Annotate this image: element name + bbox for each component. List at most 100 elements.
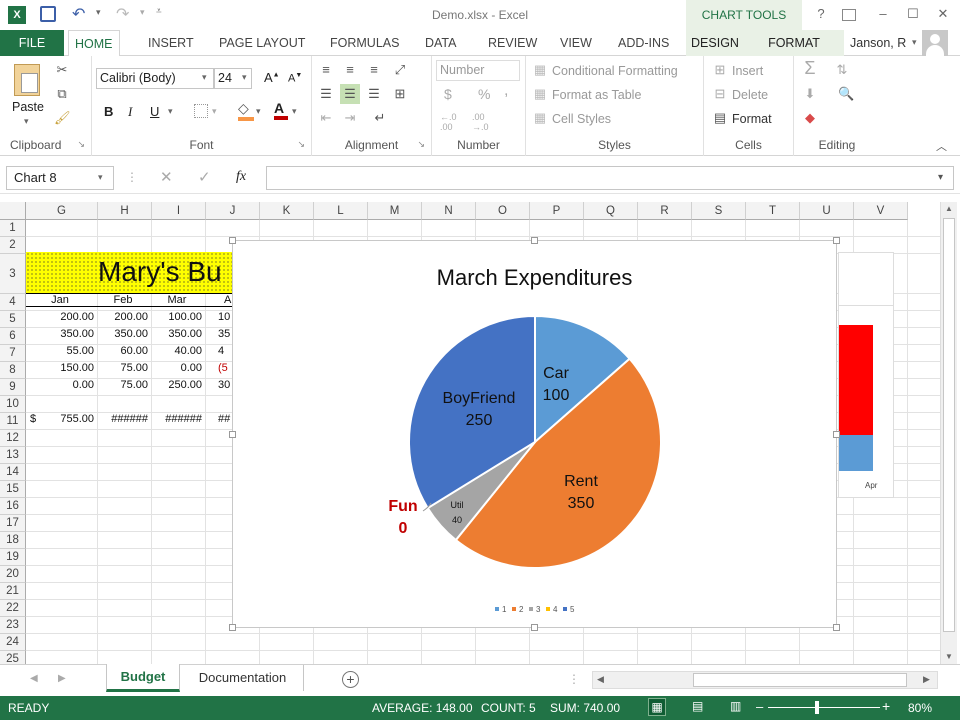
horizontal-scrollbar[interactable]: ◀ ▶ [592, 671, 938, 689]
column-header[interactable]: V [854, 202, 908, 220]
month-header[interactable]: Feb [98, 294, 152, 307]
row-header[interactable]: 16 [0, 498, 26, 515]
font-name-dropdown-icon[interactable]: ▾ [202, 72, 207, 83]
column-header[interactable]: L [314, 202, 368, 220]
column-header[interactable]: T [746, 202, 800, 220]
increase-indent-icon[interactable]: ⇥ [342, 110, 358, 126]
column-header[interactable]: I [152, 202, 206, 220]
font-size-dropdown-icon[interactable]: ▾ [242, 72, 247, 83]
font-name-field[interactable]: Calibri (Body) [96, 68, 214, 89]
font-color-dropdown-icon[interactable]: ▾ [292, 106, 297, 117]
row-header[interactable]: 22 [0, 600, 26, 617]
column-header[interactable]: Q [584, 202, 638, 220]
name-box-dropdown-icon[interactable]: ▾ [98, 172, 103, 183]
data-cell[interactable]: 350.00 [26, 328, 98, 340]
column-header[interactable]: J [206, 202, 260, 220]
data-label-label[interactable]: Rent [564, 473, 598, 490]
normal-view-icon[interactable]: ▦ [648, 698, 666, 716]
data-cell[interactable]: 4 [206, 345, 232, 357]
row-header[interactable]: 21 [0, 583, 26, 600]
clear-icon[interactable]: ◆ [802, 110, 818, 126]
column-header[interactable]: O [476, 202, 530, 220]
row-header[interactable]: 4 [0, 294, 26, 311]
italic-button[interactable]: I [128, 104, 132, 120]
column-header[interactable]: M [368, 202, 422, 220]
column-header[interactable]: S [692, 202, 746, 220]
user-dropdown-icon[interactable]: ▾ [912, 37, 917, 48]
data-cell[interactable]: 250.00 [152, 379, 206, 391]
sort-filter-icon[interactable]: ⇅ [834, 62, 850, 78]
fill-color-icon[interactable]: ◇ [238, 100, 254, 121]
data-cell[interactable]: 30 [206, 379, 232, 391]
tab-insert[interactable]: INSERT [142, 30, 200, 56]
data-cell[interactable]: 200.00 [98, 311, 152, 323]
paste-button[interactable]: Paste [12, 100, 44, 114]
tab-file[interactable]: FILE [0, 30, 64, 56]
column-header[interactable]: U [800, 202, 854, 220]
formula-input[interactable] [266, 166, 954, 190]
tab-add-ins[interactable]: ADD-INS [612, 30, 675, 56]
increase-decimal-icon[interactable]: ←.0.00 [440, 112, 457, 132]
zoom-level[interactable]: 80% [908, 701, 932, 715]
close-icon[interactable]: ✕ [934, 6, 952, 24]
format-as-table-icon[interactable]: ▦ [532, 86, 548, 102]
format-as-table-button[interactable]: Format as Table [552, 88, 641, 102]
row-header[interactable]: 14 [0, 464, 26, 481]
tab-split-handle[interactable]: ⋮ [568, 672, 580, 686]
data-cell[interactable]: 350.00 [152, 328, 206, 340]
borders-icon[interactable] [194, 104, 208, 118]
data-cell[interactable]: 0.00 [26, 379, 98, 391]
row-header[interactable]: 2 [0, 237, 26, 254]
total-cell[interactable]: ###### [152, 413, 206, 425]
data-label-label[interactable]: Fun [388, 498, 417, 515]
month-header[interactable]: A [206, 294, 232, 307]
autosum-icon[interactable]: Σ [802, 59, 818, 77]
column-header[interactable]: R [638, 202, 692, 220]
percent-icon[interactable]: % [478, 86, 490, 102]
comma-icon[interactable]: , [504, 82, 508, 100]
format-painter-icon[interactable]: 🖌 [54, 110, 71, 126]
help-icon[interactable]: ? [812, 6, 830, 24]
minimize-icon[interactable]: – [874, 6, 892, 24]
row-header[interactable]: 11 [0, 413, 26, 430]
maximize-icon[interactable]: ☐ [904, 6, 922, 24]
align-right-icon[interactable]: ☰ [366, 86, 382, 102]
paste-dropdown-icon[interactable]: ▾ [24, 116, 29, 127]
avatar[interactable] [922, 30, 948, 56]
row-header[interactable]: 15 [0, 481, 26, 498]
data-label-value[interactable]: 100 [543, 387, 570, 404]
borders-dropdown-icon[interactable]: ▾ [212, 106, 217, 117]
alignment-launcher-icon[interactable]: ↘ [417, 139, 425, 150]
data-label-label[interactable]: BoyFriend [443, 390, 516, 407]
tab-format[interactable]: FORMAT [744, 30, 844, 56]
legend-key[interactable] [563, 607, 567, 611]
tab-page-layout[interactable]: PAGE LAYOUT [213, 30, 311, 56]
user-name[interactable]: Janson, R [844, 30, 912, 56]
grow-font-icon[interactable]: A▲ [264, 70, 280, 85]
data-label-value[interactable]: 40 [452, 515, 462, 525]
tab-home[interactable]: HOME [68, 30, 120, 57]
next-sheet-icon[interactable]: ▶ [58, 673, 66, 684]
page-break-view-icon[interactable]: ▥ [730, 699, 741, 713]
row-header[interactable]: 12 [0, 430, 26, 447]
scroll-down-icon[interactable]: ▼ [945, 652, 953, 661]
background-chart[interactable]: Apr [838, 252, 894, 498]
row-header[interactable]: 6 [0, 328, 26, 345]
data-cell[interactable]: 75.00 [98, 379, 152, 391]
column-header[interactable]: G [26, 202, 98, 220]
paste-icon[interactable] [14, 64, 40, 96]
collapse-ribbon-icon[interactable]: ︿ [936, 138, 947, 154]
middle-align-icon[interactable]: ≡ [342, 62, 358, 78]
column-header[interactable]: K [260, 202, 314, 220]
legend-label[interactable]: 1 [502, 605, 507, 614]
legend-key[interactable] [529, 607, 533, 611]
wrap-text-icon[interactable]: ↵ [372, 110, 388, 126]
zoom-in-icon[interactable]: + [882, 698, 890, 714]
data-label-label[interactable]: Car [543, 365, 569, 382]
pie-plot-area[interactable]: Car 100 Rent 350 Util 40 Fun 0 BoyFriend 250 1 2 3 4 5 [233, 241, 836, 627]
row-header[interactable]: 17 [0, 515, 26, 532]
scroll-right-icon[interactable]: ▶ [923, 674, 930, 685]
data-cell[interactable]: 350.00 [98, 328, 152, 340]
new-sheet-icon[interactable]: + [342, 671, 359, 688]
select-all-corner[interactable] [0, 202, 26, 220]
